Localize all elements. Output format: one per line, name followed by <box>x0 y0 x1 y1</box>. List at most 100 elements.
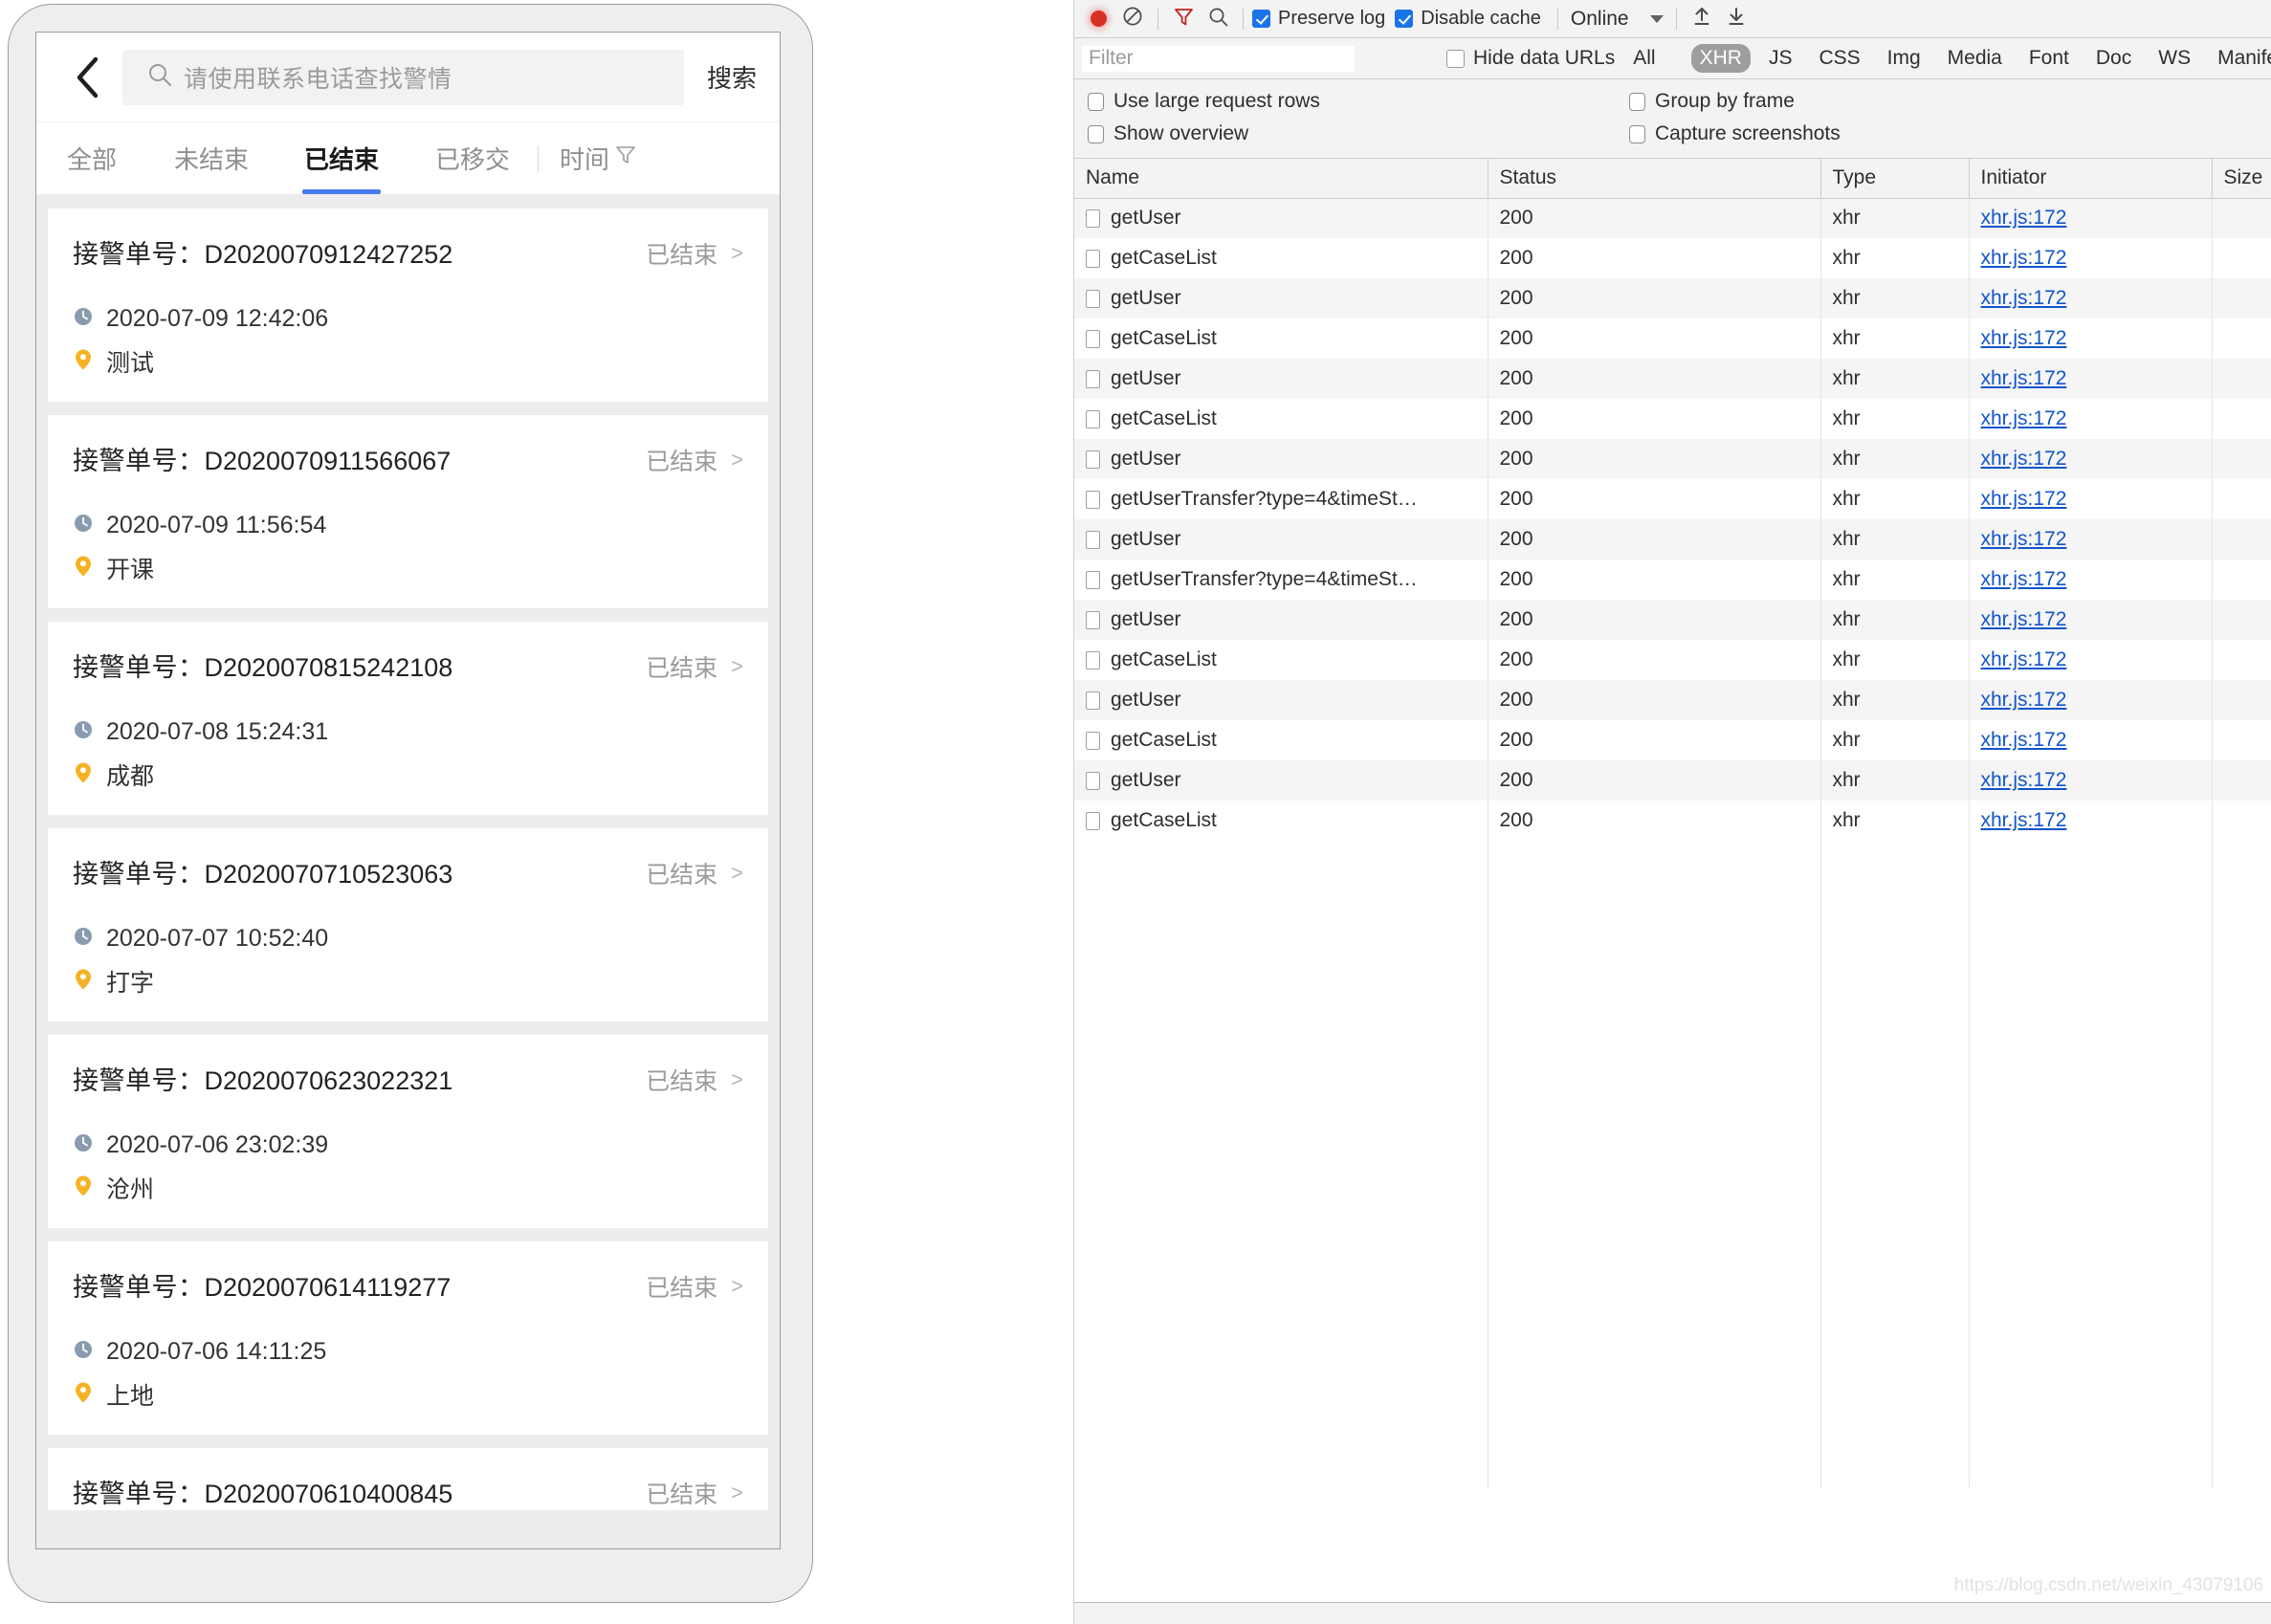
filter-toggle-button[interactable] <box>1167 5 1200 33</box>
initiator-link[interactable]: xhr.js:172 <box>1981 488 2067 510</box>
group-by-frame-checkbox[interactable]: Group by frame <box>1629 90 1795 113</box>
sort-by-time-button[interactable]: 时间 <box>560 141 637 176</box>
type-filter-img[interactable]: Img <box>1879 44 1929 73</box>
case-status-group[interactable]: 已结束 > <box>646 236 743 271</box>
cell-initiator[interactable]: xhr.js:172 <box>1969 318 2213 359</box>
column-header-name[interactable]: Name <box>1074 159 1488 199</box>
cell-name[interactable]: getUser <box>1074 680 1488 720</box>
initiator-link[interactable]: xhr.js:172 <box>1981 608 2067 630</box>
cell-initiator[interactable]: xhr.js:172 <box>1969 238 2213 278</box>
search-submit-button[interactable]: 搜索 <box>707 59 757 95</box>
initiator-link[interactable]: xhr.js:172 <box>1981 528 2067 550</box>
initiator-link[interactable]: xhr.js:172 <box>1981 689 2067 711</box>
filter-input[interactable] <box>1082 45 1355 72</box>
cell-name[interactable]: getCaseList <box>1074 720 1488 760</box>
initiator-link[interactable]: xhr.js:172 <box>1981 407 2067 429</box>
disable-cache-checkbox[interactable]: Disable cache <box>1395 8 1541 30</box>
case-status-group[interactable]: 已结束 > <box>646 1269 743 1304</box>
initiator-link[interactable]: xhr.js:172 <box>1981 247 2067 269</box>
initiator-link[interactable]: xhr.js:172 <box>1981 809 2067 831</box>
type-filter-js[interactable]: JS <box>1760 44 1801 73</box>
clear-button[interactable] <box>1116 5 1149 33</box>
type-filter-xhr[interactable]: XHR <box>1690 44 1751 73</box>
case-card[interactable]: 接警单号：D2020070623022321 已结束 > 2020-07-06 … <box>48 1035 768 1228</box>
cell-name[interactable]: getUserTransfer?type=4&timeSt… <box>1074 479 1488 519</box>
cell-name[interactable]: getUser <box>1074 600 1488 640</box>
use-large-request-rows-checkbox[interactable]: Use large request rows <box>1088 90 1629 113</box>
initiator-link[interactable]: xhr.js:172 <box>1981 327 2067 349</box>
initiator-link[interactable]: xhr.js:172 <box>1981 287 2067 309</box>
table-row[interactable]: getCaseList 200 xhr xhr.js:172 <box>1074 318 2271 359</box>
column-header-type[interactable]: Type <box>1820 159 1970 199</box>
case-card[interactable]: 接警单号：D2020070815242108 已结束 > 2020-07-08 … <box>48 622 768 815</box>
table-row[interactable]: getUser 200 xhr xhr.js:172 <box>1074 359 2271 399</box>
cell-name[interactable]: getCaseList <box>1074 238 1488 278</box>
preserve-log-checkbox[interactable]: Preserve log <box>1252 8 1385 30</box>
case-status-group[interactable]: 已结束 > <box>646 649 743 684</box>
cell-initiator[interactable]: xhr.js:172 <box>1969 680 2213 720</box>
initiator-link[interactable]: xhr.js:172 <box>1981 367 2067 389</box>
initiator-link[interactable]: xhr.js:172 <box>1981 648 2067 670</box>
cell-initiator[interactable]: xhr.js:172 <box>1969 479 2213 519</box>
cell-initiator[interactable]: xhr.js:172 <box>1969 720 2213 760</box>
case-card[interactable]: 接警单号：D2020070912427252 已结束 > 2020-07-09 … <box>48 208 768 402</box>
column-header-size[interactable]: Size <box>2212 159 2271 199</box>
case-card-partial-bottom[interactable]: 接警单号：D2020070610400845 已结束 > <box>48 1448 768 1510</box>
cell-name[interactable]: getUser <box>1074 198 1488 238</box>
cell-name[interactable]: getCaseList <box>1074 318 1488 359</box>
initiator-link[interactable]: xhr.js:172 <box>1981 207 2067 229</box>
tab-unfinished[interactable]: 未结束 <box>147 122 276 194</box>
table-row[interactable]: getCaseList 200 xhr xhr.js:172 <box>1074 238 2271 278</box>
case-card[interactable]: 接警单号：D2020070614119277 已结束 > 2020-07-06 … <box>48 1241 768 1435</box>
requests-table-container[interactable]: Name Status Type Initiator Size getUser … <box>1074 159 2271 1603</box>
table-row[interactable]: getUserTransfer?type=4&timeSt… 200 xhr x… <box>1074 479 2271 519</box>
table-row[interactable]: getCaseList 200 xhr xhr.js:172 <box>1074 801 2271 841</box>
search-button[interactable] <box>1202 5 1234 33</box>
cell-initiator[interactable]: xhr.js:172 <box>1969 560 2213 600</box>
table-row[interactable]: getUser 200 xhr xhr.js:172 <box>1074 760 2271 801</box>
capture-screenshots-checkbox[interactable]: Capture screenshots <box>1629 122 1841 145</box>
import-har-button[interactable] <box>1686 5 1718 33</box>
cell-initiator[interactable]: xhr.js:172 <box>1969 198 2213 238</box>
cell-name[interactable]: getUser <box>1074 760 1488 801</box>
cell-initiator[interactable]: xhr.js:172 <box>1969 801 2213 841</box>
cell-initiator[interactable]: xhr.js:172 <box>1969 359 2213 399</box>
table-row[interactable]: getUser 200 xhr xhr.js:172 <box>1074 278 2271 318</box>
case-status-group[interactable]: 已结束 > <box>646 443 743 477</box>
initiator-link[interactable]: xhr.js:172 <box>1981 729 2067 751</box>
cell-initiator[interactable]: xhr.js:172 <box>1969 600 2213 640</box>
back-button[interactable] <box>61 52 113 103</box>
type-filter-font[interactable]: Font <box>2020 44 2078 73</box>
cell-name[interactable]: getUser <box>1074 278 1488 318</box>
cell-name[interactable]: getUser <box>1074 439 1488 479</box>
tab-all[interactable]: 全部 <box>36 122 147 194</box>
column-header-status[interactable]: Status <box>1488 159 1821 199</box>
case-status-group[interactable]: 已结束 > <box>646 1063 743 1097</box>
table-row[interactable]: getUserTransfer?type=4&timeSt… 200 xhr x… <box>1074 560 2271 600</box>
tab-finished[interactable]: 已结束 <box>276 122 408 194</box>
case-card[interactable]: 接警单号：D2020070710523063 已结束 > 2020-07-07 … <box>48 828 768 1021</box>
cell-name[interactable]: getCaseList <box>1074 640 1488 680</box>
export-har-button[interactable] <box>1720 5 1753 33</box>
table-row[interactable]: getUser 200 xhr xhr.js:172 <box>1074 198 2271 238</box>
table-row[interactable]: getCaseList 200 xhr xhr.js:172 <box>1074 399 2271 439</box>
type-filter-all[interactable]: All <box>1624 44 1664 73</box>
cell-initiator[interactable]: xhr.js:172 <box>1969 760 2213 801</box>
cell-name[interactable]: getUserTransfer?type=4&timeSt… <box>1074 560 1488 600</box>
type-filter-doc[interactable]: Doc <box>2087 44 2140 73</box>
cell-initiator[interactable]: xhr.js:172 <box>1969 439 2213 479</box>
throttling-select[interactable]: Online <box>1567 8 1667 31</box>
table-row[interactable]: getCaseList 200 xhr xhr.js:172 <box>1074 720 2271 760</box>
tab-transferred[interactable]: 已移交 <box>408 122 538 194</box>
table-row[interactable]: getUser 200 xhr xhr.js:172 <box>1074 680 2271 720</box>
table-row[interactable]: getCaseList 200 xhr xhr.js:172 <box>1074 640 2271 680</box>
case-status-group[interactable]: 已结束 > <box>646 1476 743 1510</box>
cell-initiator[interactable]: xhr.js:172 <box>1969 399 2213 439</box>
search-input-box[interactable]: 请使用联系电话查找警情 <box>122 49 684 105</box>
column-header-initiator[interactable]: Initiator <box>1969 159 2213 199</box>
case-card[interactable]: 接警单号：D2020070911566067 已结束 > 2020-07-09 … <box>48 415 768 608</box>
cell-initiator[interactable]: xhr.js:172 <box>1969 278 2213 318</box>
type-filter-media[interactable]: Media <box>1939 44 2011 73</box>
type-filter-ws[interactable]: WS <box>2150 44 2199 73</box>
cell-name[interactable]: getUser <box>1074 519 1488 560</box>
